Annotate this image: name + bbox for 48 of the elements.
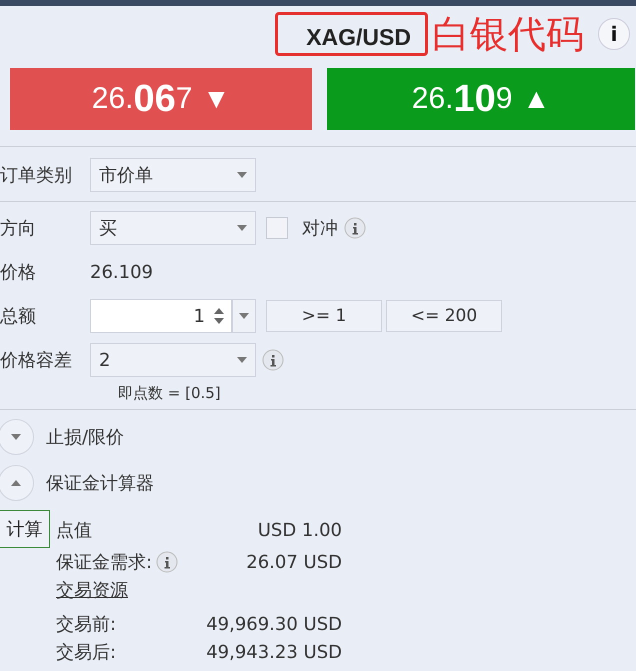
select-value: 市价单 xyxy=(99,164,153,187)
field-label: 点值 xyxy=(56,519,92,542)
symbol-title: XAG/USD xyxy=(275,12,428,56)
dropdown-button[interactable] xyxy=(232,299,256,333)
price-value: 26.109 xyxy=(90,262,153,282)
order-type-dropdown[interactable]: 市价单 xyxy=(90,158,256,192)
field-label: 交易后: xyxy=(56,641,116,664)
expand-button[interactable] xyxy=(0,419,34,455)
caret-icon xyxy=(11,434,21,440)
field-value: 49,943.23 USD xyxy=(206,642,342,662)
field-label: 总额 xyxy=(0,305,37,328)
select-value: 2 xyxy=(99,350,110,370)
trading-resources-link[interactable]: 交易资源 xyxy=(56,578,342,606)
field-value: 49,969.30 USD xyxy=(206,614,342,634)
field-value: 26.07 USD xyxy=(246,552,342,572)
field-label: 订单类别 xyxy=(0,164,73,187)
min-amount-button[interactable]: >= 1 xyxy=(266,300,382,332)
field-label: 方向 xyxy=(0,217,37,240)
sell-price-button[interactable]: 26.067 ▼ xyxy=(10,68,312,130)
field-label: 保证金需求: xyxy=(56,551,152,574)
slippage-dropdown[interactable]: 2 xyxy=(90,343,256,377)
caret-icon xyxy=(237,172,247,178)
section-title[interactable]: 保证金计算器 xyxy=(46,471,154,495)
field-value: USD 1.00 xyxy=(258,520,342,540)
spinner-icon xyxy=(213,306,225,326)
calculate-button[interactable]: 计算 xyxy=(0,510,50,548)
caret-icon xyxy=(239,313,249,319)
annotation-text: 白银代码 xyxy=(432,15,584,53)
up-caret-icon xyxy=(11,480,21,486)
collapse-button[interactable] xyxy=(0,465,34,501)
amount-input[interactable]: 1 xyxy=(90,299,232,333)
caret-icon xyxy=(237,225,247,231)
max-amount-button[interactable]: <= 200 xyxy=(386,300,502,332)
select-value: 买 xyxy=(99,217,117,240)
caret-icon xyxy=(237,357,247,363)
info-icon xyxy=(156,551,178,573)
info-button[interactable]: i xyxy=(598,18,630,50)
field-label: 交易前: xyxy=(56,613,116,636)
direction-dropdown[interactable]: 买 xyxy=(90,211,256,245)
field-label: 价格容差 xyxy=(0,349,73,372)
section-title[interactable]: 止损/限价 xyxy=(46,425,124,449)
points-note: 即点数 = [0.5] xyxy=(117,383,222,403)
checkbox-label: 对冲 xyxy=(302,217,338,240)
info-icon xyxy=(344,217,366,239)
info-icon xyxy=(262,349,284,371)
checkbox[interactable] xyxy=(266,217,288,239)
field-label: 价格 xyxy=(0,261,37,284)
buy-price-button[interactable]: 26.109 ▲ xyxy=(327,68,635,130)
